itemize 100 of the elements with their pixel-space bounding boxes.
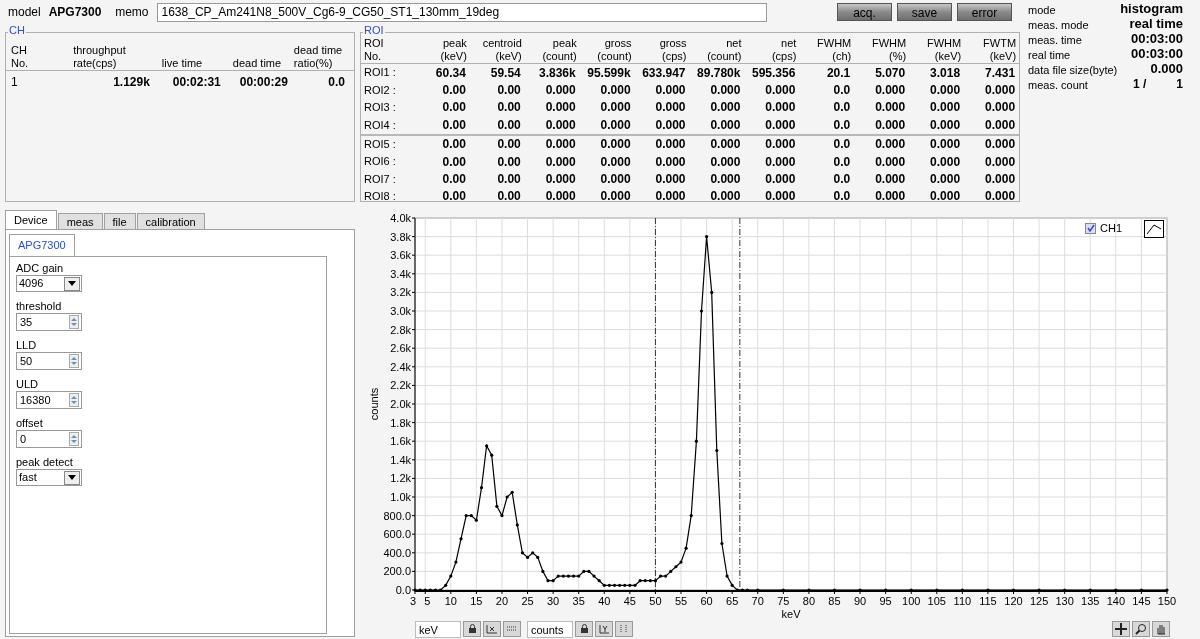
data-point <box>715 448 719 453</box>
table-cell-text: 0.000 <box>654 136 687 154</box>
column-header: FWHM (ch) <box>816 37 852 63</box>
toolbar-button[interactable]: save <box>897 3 952 21</box>
column-header: gross (cps) <box>658 37 687 63</box>
table-cell-text: 0.0 <box>832 99 852 117</box>
tab[interactable]: Device <box>5 210 57 229</box>
table-cell-text: 0.000 <box>599 188 632 206</box>
data-point <box>832 588 837 592</box>
table-cell-text: ROI6 : <box>364 154 397 170</box>
y-tick-label: 3.8k <box>390 230 411 243</box>
lock-icon[interactable] <box>575 621 593 637</box>
table-cell-text: 0.000 <box>984 153 1017 171</box>
tab[interactable]: meas <box>57 213 103 229</box>
x-tick-label: 25 <box>521 595 534 607</box>
y-tick-label: 600.0 <box>383 528 411 541</box>
table-cell-text: 0.000 <box>874 188 907 206</box>
y-axis-title: counts <box>368 387 380 421</box>
setting-label: ADC gain <box>16 261 65 275</box>
table-cell-text: ROI3 : <box>364 100 397 116</box>
x-tick-label: 10 <box>444 595 457 607</box>
y-tick-label: 1.4k <box>390 453 411 466</box>
data-point <box>1011 588 1016 592</box>
table-cell-text: 5.070 <box>874 64 907 82</box>
data-point <box>1063 588 1067 592</box>
spinner-arrows-icon[interactable] <box>69 393 79 407</box>
x-axis-title: keV <box>781 608 801 620</box>
number-field[interactable]: 35 <box>16 313 82 331</box>
x-tick-label: 140 <box>1106 595 1125 607</box>
table-cell-text: ROI2 : <box>364 82 397 98</box>
lock-icon[interactable] <box>463 621 481 637</box>
y-tick-label: 2.8k <box>390 323 411 336</box>
table-cell-text: 0.000 <box>764 188 797 206</box>
setting-label: ULD <box>16 377 39 391</box>
table-cell-text: 0.000 <box>764 153 797 171</box>
tab[interactable]: calibration <box>136 213 205 229</box>
table-cell-text: 0.000 <box>984 116 1017 134</box>
table-cell-text: 3.836k <box>538 64 577 82</box>
y-tick-label: 1.2k <box>390 472 411 485</box>
axis-scale-icon[interactable] <box>483 621 501 637</box>
x-tick-label: 90 <box>853 595 867 607</box>
toolbar-button[interactable]: acq. <box>837 3 892 21</box>
table-cell-text: 0.000 <box>764 99 797 117</box>
x-tick-label: 105 <box>927 595 946 607</box>
number-field[interactable]: 16380 <box>16 391 82 409</box>
table-cell-text: 0.000 <box>709 99 742 117</box>
x-tick-label: 45 <box>623 595 636 607</box>
column-header: peak (keV) <box>439 37 467 63</box>
toolbar-button[interactable]: error <box>957 3 1012 21</box>
memo-field[interactable]: 1638_CP_Am241N8_500V_Cg6-9_CG50_ST1_130mm_19deg <box>156 2 767 22</box>
table-cell-text: 0.0 <box>832 188 852 206</box>
table-cell-text: 0.000 <box>764 171 797 189</box>
table-cell-text: 0.000 <box>599 153 632 171</box>
table-cell-text: 0.000 <box>544 136 577 154</box>
table-cell-text: 0.000 <box>544 99 577 117</box>
spinner-arrows-icon[interactable] <box>69 315 79 329</box>
axis-name-field[interactable]: counts <box>527 620 573 638</box>
data-point <box>858 588 862 592</box>
data-point <box>694 439 698 443</box>
y-tick-label: 2.0k <box>390 398 411 410</box>
spinner-arrows-icon[interactable] <box>69 432 79 446</box>
x-tick-label: 150 <box>1157 595 1177 607</box>
table-cell-text: 0.000 <box>599 171 632 189</box>
table-cell-text: 0.0 <box>832 171 852 189</box>
table-cell-text: 0.000 <box>874 136 907 154</box>
table-cell-text: 0.00 <box>441 116 467 134</box>
data-point <box>710 290 714 294</box>
axis-name-field[interactable]: keV <box>415 620 461 638</box>
table-cell-text: 0.0 <box>327 74 346 91</box>
dropdown[interactable]: fast <box>16 469 82 486</box>
table-cell-text: 89.780k <box>696 64 742 82</box>
plot-style-icon[interactable] <box>1144 220 1164 238</box>
tab[interactable]: APG7300 <box>9 234 75 256</box>
table-cell-text: 0.000 <box>984 99 1017 117</box>
spinner-arrows-icon[interactable] <box>69 354 79 368</box>
number-field[interactable]: 50 <box>16 352 82 370</box>
setting-label: LLD <box>16 338 38 352</box>
table-cell-text: 0.000 <box>599 136 632 154</box>
table-cell-text: 0.000 <box>654 99 687 117</box>
info-label: real time <box>1028 47 1071 63</box>
legend-checkbox[interactable] <box>1085 222 1096 234</box>
crosshair-icon[interactable] <box>1112 621 1130 637</box>
data-point <box>485 444 489 448</box>
tab[interactable]: file <box>103 213 136 229</box>
x-tick-label: 50 <box>649 595 662 607</box>
table-cell-text: 0.00 <box>441 99 467 117</box>
number-field[interactable]: 0 <box>16 430 82 448</box>
y-tick-label: 1.0k <box>390 491 411 503</box>
table-cell-text: 0.00 <box>496 153 522 171</box>
data-point <box>781 588 785 592</box>
data-point <box>459 537 463 541</box>
setting-label: threshold <box>16 299 63 313</box>
column-header: throughput rate(cps) <box>72 44 127 70</box>
zoom-icon[interactable] <box>1132 621 1150 637</box>
axis-format-icon[interactable] <box>615 621 633 637</box>
column-header: net (count) <box>706 37 742 63</box>
hand-icon[interactable] <box>1152 621 1170 637</box>
table-cell-text: 0.00 <box>441 188 467 206</box>
table-cell-text: 0.000 <box>654 153 687 171</box>
dropdown[interactable]: 4096 <box>16 275 82 292</box>
